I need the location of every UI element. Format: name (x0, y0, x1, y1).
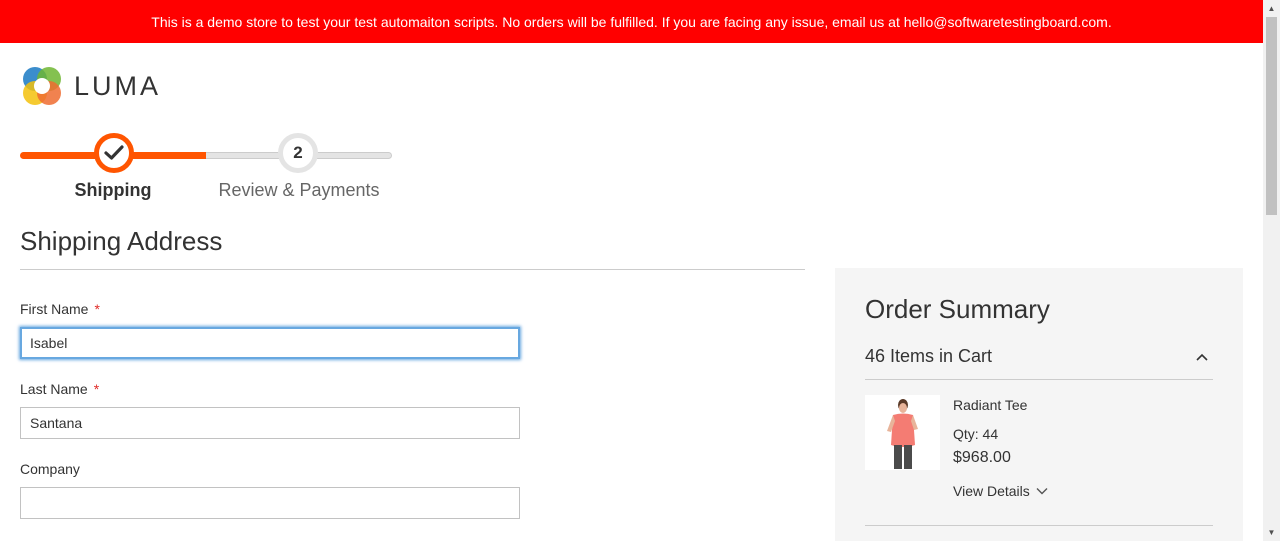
chevron-down-icon (1036, 488, 1048, 495)
luma-logo-icon (23, 67, 61, 105)
demo-notice-banner: This is a demo store to test your test a… (0, 0, 1263, 43)
checkout-progress-bar: 2 Shipping Review & Payments (20, 132, 392, 202)
scroll-up-arrow-icon[interactable]: ▲ (1263, 0, 1280, 17)
page-scrollbar[interactable]: ▲ ▼ (1263, 0, 1280, 541)
cart-item-count: 46 Items in Cart (865, 346, 993, 366)
step-shipping-label: Shipping (74, 180, 152, 200)
company-label: Company (20, 461, 80, 477)
cart-items-toggle[interactable]: 46 Items in Cart (865, 346, 1213, 380)
product-price: $968.00 (953, 449, 1011, 466)
view-details-toggle[interactable]: View Details (953, 483, 1048, 499)
section-divider (20, 269, 805, 270)
product-thumbnail (865, 395, 940, 470)
company-field[interactable] (20, 487, 520, 519)
scrollbar-thumb[interactable] (1266, 17, 1277, 215)
required-marker: * (94, 301, 100, 317)
summary-divider (865, 525, 1213, 526)
step-review-indicator: 2 (278, 133, 318, 173)
order-summary-title: Order Summary (865, 294, 1050, 324)
step-shipping-indicator (94, 133, 134, 173)
store-logo[interactable]: LUMA (20, 64, 161, 108)
shipping-address-title: Shipping Address (20, 226, 223, 256)
step-number: 2 (293, 143, 303, 162)
view-details-label: View Details (953, 483, 1030, 499)
product-qty: Qty: 44 (953, 426, 999, 442)
last-name-field[interactable] (20, 407, 520, 439)
demo-notice-text: This is a demo store to test your test a… (151, 13, 1112, 30)
order-summary-panel: Order Summary 46 Items in Cart Radiant T… (835, 268, 1243, 541)
chevron-up-icon[interactable] (1195, 350, 1209, 364)
required-marker: * (93, 381, 100, 397)
product-image (865, 395, 940, 470)
product-name: Radiant Tee (953, 397, 1028, 413)
first-name-field[interactable] (20, 327, 520, 359)
step-review-label: Review & Payments (218, 180, 380, 200)
checkmark-icon (104, 145, 124, 160)
last-name-label: Last Name * (20, 381, 100, 397)
logo-wordmark: LUMA (74, 70, 162, 101)
first-name-label: First Name * (20, 301, 100, 317)
scroll-down-arrow-icon[interactable]: ▼ (1263, 524, 1280, 541)
